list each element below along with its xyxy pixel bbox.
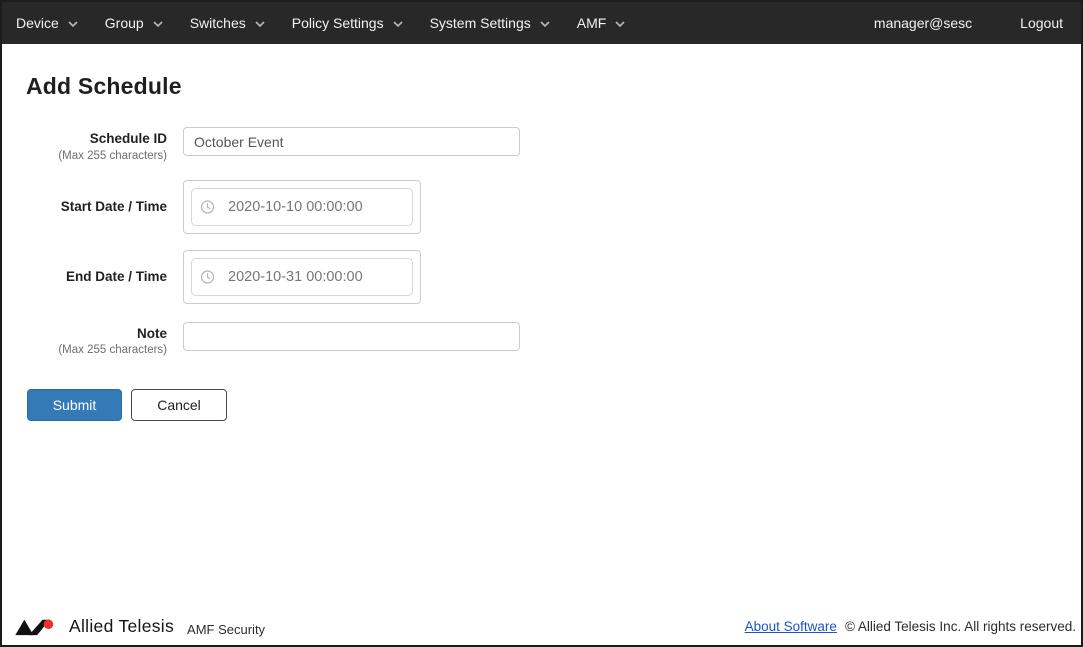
app-window: Device Group Switches Policy Settings Sy… <box>0 0 1083 647</box>
product-name: AMF Security <box>187 622 265 637</box>
brand-name: Allied Telesis <box>69 616 174 637</box>
schedule-id-label-group: Schedule ID (Max 255 characters) <box>26 127 167 162</box>
start-datetime-row: Start Date / Time <box>26 180 1057 234</box>
start-datetime-box <box>183 180 421 234</box>
start-datetime-input[interactable] <box>191 188 413 226</box>
cancel-button[interactable]: Cancel <box>131 389 227 421</box>
end-datetime-input[interactable] <box>191 258 413 296</box>
schedule-id-row: Schedule ID (Max 255 characters) <box>26 127 1057 162</box>
form-actions: Submit Cancel <box>27 389 1057 421</box>
nav-item-policy-settings[interactable]: Policy Settings <box>292 15 403 31</box>
chevron-down-icon <box>153 21 163 27</box>
copyright-text: © Allied Telesis Inc. All rights reserve… <box>845 619 1076 634</box>
top-navbar: Device Group Switches Policy Settings Sy… <box>2 2 1081 44</box>
note-label: Note <box>26 325 167 343</box>
nav-item-label: AMF <box>577 15 607 31</box>
logout-button[interactable]: Logout <box>1020 15 1063 31</box>
schedule-id-hint: (Max 255 characters) <box>26 150 167 162</box>
schedule-id-input[interactable] <box>183 127 520 156</box>
nav-item-system-settings[interactable]: System Settings <box>430 15 550 31</box>
footer-brand-group: Allied Telesis AMF Security <box>14 616 265 637</box>
chevron-down-icon <box>393 21 403 27</box>
nav-item-label: System Settings <box>430 15 531 31</box>
logged-in-user[interactable]: manager@sesc <box>874 15 972 31</box>
note-label-group: Note (Max 255 characters) <box>26 322 167 357</box>
chevron-down-icon <box>255 21 265 27</box>
note-row: Note (Max 255 characters) <box>26 322 1057 357</box>
chevron-down-icon <box>68 21 78 27</box>
end-datetime-row: End Date / Time <box>26 250 1057 304</box>
submit-button[interactable]: Submit <box>27 389 122 421</box>
footer-legal-group: About Software © Allied Telesis Inc. All… <box>745 619 1076 634</box>
end-datetime-box <box>183 250 421 304</box>
nav-item-group[interactable]: Group <box>105 15 163 31</box>
nav-item-switches[interactable]: Switches <box>190 15 265 31</box>
start-datetime-label-group: Start Date / Time <box>26 198 167 216</box>
nav-item-label: Switches <box>190 15 246 31</box>
end-datetime-label: End Date / Time <box>26 268 167 286</box>
page-title: Add Schedule <box>26 73 1057 100</box>
note-input[interactable] <box>183 322 520 351</box>
chevron-down-icon <box>615 21 625 27</box>
end-datetime-label-group: End Date / Time <box>26 268 167 286</box>
nav-item-device[interactable]: Device <box>16 15 78 31</box>
main-content: Add Schedule Schedule ID (Max 255 charac… <box>2 44 1081 616</box>
allied-telesis-logo-icon <box>14 617 62 637</box>
nav-item-label: Device <box>16 15 59 31</box>
nav-item-amf[interactable]: AMF <box>577 15 626 31</box>
nav-item-label: Group <box>105 15 144 31</box>
nav-item-label: Policy Settings <box>292 15 384 31</box>
about-software-link[interactable]: About Software <box>745 619 837 634</box>
start-datetime-label: Start Date / Time <box>26 198 167 216</box>
schedule-id-label: Schedule ID <box>26 130 167 148</box>
footer: Allied Telesis AMF Security About Softwa… <box>2 616 1081 645</box>
note-hint: (Max 255 characters) <box>26 344 167 356</box>
chevron-down-icon <box>540 21 550 27</box>
